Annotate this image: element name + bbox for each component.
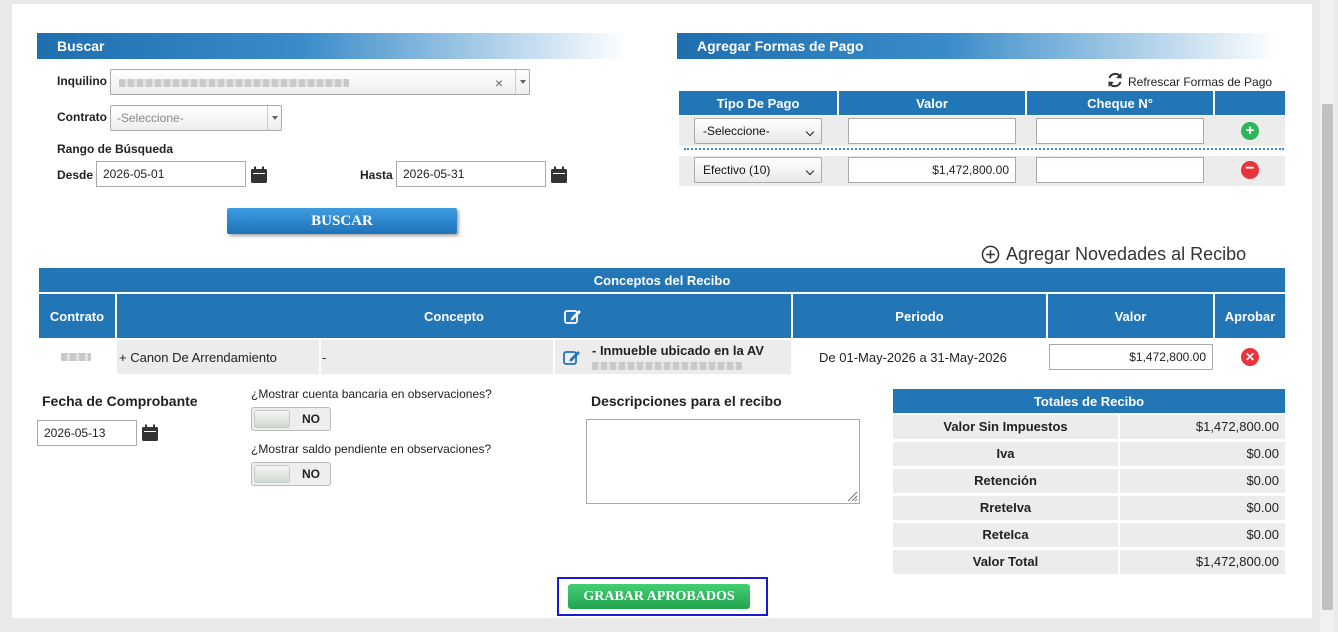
buscar-header: Buscar (37, 33, 627, 59)
totales-value: $1,472,800.00 (1120, 550, 1285, 574)
cheque-pago-input[interactable] (1036, 157, 1204, 183)
descripciones-textarea[interactable] (586, 419, 860, 504)
buscar-button[interactable]: BUSCAR (227, 208, 457, 234)
concepto-name: + Canon De Arrendamiento (119, 350, 277, 365)
fecha-comprobante-input[interactable]: 2026-05-13 (37, 420, 137, 446)
totales-value: $0.00 (1120, 469, 1285, 493)
toggle-cuenta-question: ¿Mostrar cuenta bancaria en observacione… (251, 387, 492, 401)
conceptos-title: Conceptos del Recibo (39, 268, 1285, 292)
inquilino-label: Inquilino (57, 74, 107, 88)
totales-value: $0.00 (1120, 523, 1285, 547)
detalle-cell (321, 340, 553, 374)
th-concepto: Concepto (117, 294, 791, 338)
refrescar-formas-label: Refrescar Formas de Pago (1128, 75, 1273, 89)
th-tipo-pago: Tipo De Pago (679, 91, 837, 115)
remove-pago-button[interactable]: − (1241, 161, 1259, 179)
concepto-valor-input[interactable]: $1,472,800.00 (1049, 344, 1213, 370)
contrato-placeholder: -Seleccione- (117, 111, 184, 125)
grabar-aprobados-button[interactable]: GRABAR APROBADOS (568, 584, 750, 609)
totales-label: Iva (893, 442, 1118, 466)
pagos-title: Agregar Formas de Pago (697, 38, 864, 54)
th-periodo: Periodo (793, 294, 1046, 338)
concepto-detalle: - (322, 350, 327, 365)
chevron-down-icon (515, 70, 529, 94)
th-concepto-label: Concepto (424, 308, 484, 324)
chevron-down-icon (267, 106, 281, 130)
totales-title: Totales de Recibo (893, 389, 1285, 413)
toggle-cuenta-bancaria[interactable]: NO (251, 407, 331, 431)
concepto-row: + Canon De Arrendamiento - - Inmueble ub… (39, 340, 1285, 374)
concepto-periodo: De 01-May-2026 a 31-May-2026 (819, 350, 1007, 365)
totales-label: RreteIva (893, 496, 1118, 520)
totales-label: Retención (893, 469, 1118, 493)
toggle-cuenta-state: NO (302, 412, 320, 426)
toggle-knob (254, 410, 290, 428)
cheque-new-input[interactable] (1036, 118, 1204, 144)
th-aprobar: Aprobar (1215, 294, 1285, 338)
toggle-saldo-pendiente[interactable]: NO (251, 462, 331, 486)
th-valor: Valor (839, 91, 1025, 115)
th-cheque: Cheque N° (1027, 91, 1213, 115)
add-pago-button[interactable]: + (1241, 122, 1259, 140)
hasta-input[interactable]: 2026-05-31 (396, 161, 546, 187)
calendar-icon[interactable] (250, 166, 268, 184)
dotted-divider (684, 148, 1284, 150)
clear-icon[interactable]: × (495, 71, 503, 95)
edit-icon[interactable] (562, 347, 582, 367)
calendar-icon[interactable] (550, 166, 568, 184)
calendar-icon[interactable] (141, 424, 159, 442)
agregar-novedades-label: Agregar Novedades al Recibo (1006, 244, 1247, 264)
refresh-icon (1108, 72, 1122, 88)
toggle-saldo-state: NO (302, 467, 320, 481)
contrato-label: Contrato (57, 110, 107, 124)
totales-value: $0.00 (1120, 496, 1285, 520)
concepto-descripcion: - Inmueble ubicado en la AV (592, 343, 764, 358)
valor-pago-input[interactable]: $1,472,800.00 (848, 157, 1016, 183)
toggle-saldo-question: ¿Mostrar saldo pendiente en observacione… (251, 442, 492, 456)
fecha-comprobante-label: Fecha de Comprobante (42, 393, 198, 409)
desde-label: Desde (57, 168, 94, 182)
th-valor-concepto: Valor (1048, 294, 1213, 338)
agregar-novedades-link[interactable]: Agregar Novedades al Recibo (981, 244, 1246, 265)
tipo-pago-new-select[interactable]: -Seleccione- (694, 118, 822, 144)
edit-icon[interactable] (563, 306, 583, 326)
reject-concepto-button[interactable]: ✕ (1241, 348, 1259, 366)
totales-label: ReteIca (893, 523, 1118, 547)
plus-circle-icon (981, 245, 1000, 264)
th-actions (1215, 91, 1285, 115)
totales-label: Valor Sin Impuestos (893, 415, 1118, 439)
descripcion-redacted (592, 362, 742, 370)
th-contrato: Contrato (39, 294, 115, 338)
pagos-header: Agregar Formas de Pago (677, 33, 1277, 59)
hasta-label: Hasta (360, 168, 393, 182)
valor-new-input[interactable] (848, 118, 1016, 144)
totales-label: Valor Total (893, 550, 1118, 574)
tipo-pago-select[interactable]: Efectivo (10) (694, 157, 822, 183)
totales-value: $0.00 (1120, 442, 1285, 466)
scrollbar-thumb[interactable] (1322, 104, 1333, 610)
inquilino-redacted-value (119, 79, 349, 87)
buscar-title: Buscar (57, 38, 105, 54)
contrato-select[interactable]: -Seleccione- (110, 105, 282, 131)
resize-handle-icon[interactable] (846, 490, 858, 502)
refrescar-formas-link[interactable]: Refrescar Formas de Pago (1106, 70, 1272, 90)
contrato-redacted (61, 353, 91, 361)
rango-label: Rango de Búsqueda (57, 142, 174, 156)
totales-value: $1,472,800.00 (1120, 415, 1285, 439)
inquilino-select[interactable]: × (110, 69, 530, 95)
desde-input[interactable]: 2026-05-01 (96, 161, 246, 187)
descripciones-label: Descripciones para el recibo (591, 393, 782, 409)
toggle-knob (254, 465, 290, 483)
